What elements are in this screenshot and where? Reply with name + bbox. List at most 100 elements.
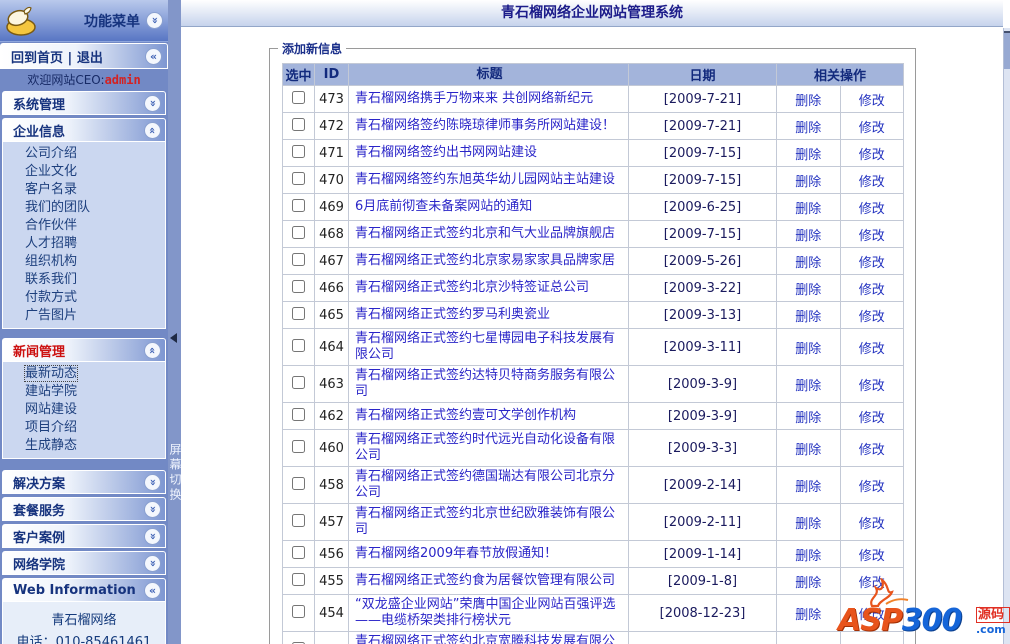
edit-link[interactable]: 修改 [859,549,885,564]
edit-link[interactable]: 修改 [859,310,885,325]
row-select-checkbox[interactable] [292,225,305,239]
row-title-link[interactable]: “双龙盛企业网站”荣膺中国企业网站百强评选——电缆桥架类排行榜状元 [355,597,615,628]
edit-link[interactable]: 修改 [859,576,885,591]
scrollbar-thumb[interactable] [1004,31,1010,69]
row-select-checkbox[interactable] [292,513,305,527]
edit-link[interactable]: 修改 [859,608,885,623]
sidebar-item[interactable]: 企业文化 [3,163,165,181]
sidebar-section-header[interactable]: 新闻管理 « [2,338,166,362]
delete-link[interactable]: 删除 [795,576,821,591]
row-title-link[interactable]: 6月底前彻查未备案网站的通知 [355,199,532,214]
edit-link[interactable]: 修改 [859,148,885,163]
delete-link[interactable]: 删除 [795,283,821,298]
edit-link[interactable]: 修改 [859,480,885,495]
sidebar-item[interactable]: 我们的团队 [3,199,165,217]
delete-link[interactable]: 删除 [795,549,821,564]
chevron-down-icon[interactable]: « [144,554,161,572]
delete-link[interactable]: 删除 [795,310,821,325]
logout-link[interactable]: 退出 [77,51,103,66]
delete-link[interactable]: 删除 [795,411,821,426]
row-select-checkbox[interactable] [292,572,305,586]
delete-link[interactable]: 删除 [795,202,821,217]
edit-link[interactable]: 修改 [859,94,885,109]
sidebar-section-header[interactable]: 套餐服务 « [2,497,166,521]
delete-link[interactable]: 删除 [795,608,821,623]
row-title-link[interactable]: 青石榴网络正式签约时代远光自动化设备有限公司 [355,432,615,463]
delete-link[interactable]: 删除 [795,379,821,394]
home-link[interactable]: 回到首页 [11,51,63,66]
row-title-link[interactable]: 青石榴网络签约出书网网站建设 [355,145,537,160]
row-select-checkbox[interactable] [292,439,305,453]
sidebar-item[interactable]: 公司介绍 [3,145,165,163]
sidebar-item[interactable]: 合作伙伴 [3,217,165,235]
delete-link[interactable]: 删除 [795,229,821,244]
row-select-checkbox[interactable] [292,407,305,421]
sidebar-section-header[interactable]: 解决方案 « [2,470,166,494]
row-select-checkbox[interactable] [292,604,305,618]
sidebar-item[interactable]: 客户名录 [3,181,165,199]
row-select-checkbox[interactable] [292,375,305,389]
row-title-link[interactable]: 青石榴网络正式签约北京世纪欧雅装饰有限公司 [355,506,615,537]
row-select-checkbox[interactable] [292,117,305,131]
sidebar-item[interactable]: 付款方式 [3,289,165,307]
chevron-down-icon[interactable]: « [144,500,161,518]
row-select-checkbox[interactable] [292,144,305,158]
chevron-up-icon[interactable]: « [144,341,161,359]
row-title-link[interactable]: 青石榴网络正式签约罗马利奥瓷业 [355,307,550,322]
edit-link[interactable]: 修改 [859,175,885,190]
row-title-link[interactable]: 青石榴网络正式签约北京宽腾科技发展有限公司 [355,634,615,644]
sidebar-item[interactable]: 人才招聘 [3,235,165,253]
sidebar-item[interactable]: 广告图片 [3,307,165,325]
edit-link[interactable]: 修改 [859,342,885,357]
row-select-checkbox[interactable] [292,90,305,104]
row-title-link[interactable]: 青石榴网络正式签约北京和气大业品牌旗舰店 [355,226,615,241]
row-select-checkbox[interactable] [292,171,305,185]
row-select-checkbox[interactable] [292,338,305,352]
edit-link[interactable]: 修改 [859,256,885,271]
sidebar-item[interactable]: 生成静态 [3,437,165,455]
row-title-link[interactable]: 青石榴网络签约东旭英华幼儿园网站主站建设 [355,172,615,187]
chevron-down-icon[interactable]: « [144,473,161,491]
edit-link[interactable]: 修改 [859,283,885,298]
screen-toggle-strip[interactable]: 屏幕切换 [168,0,182,644]
sidebar-section-header[interactable]: 客户案例 « [2,524,166,548]
sidebar-item[interactable]: 项目介绍 [3,419,165,437]
row-title-link[interactable]: 青石榴网络正式签约北京家易家家具品牌家居 [355,253,615,268]
chevron-up-icon[interactable]: « [144,121,161,139]
row-select-checkbox[interactable] [292,198,305,212]
delete-link[interactable]: 删除 [795,94,821,109]
sidebar-section-header[interactable]: Web Information « [2,578,166,602]
row-title-link[interactable]: 青石榴网络正式签约北京沙特签证总公司 [355,280,589,295]
menu-collapse-icon[interactable]: « [146,12,163,29]
edit-link[interactable]: 修改 [859,443,885,458]
vertical-scrollbar[interactable] [1003,28,1010,644]
chevron-down-icon[interactable]: « [144,527,161,545]
edit-link[interactable]: 修改 [859,202,885,217]
row-select-checkbox[interactable] [292,279,305,293]
collapse-left-icon[interactable]: « [145,47,162,65]
sidebar-section-header[interactable]: 网络学院 « [2,551,166,575]
sidebar-item[interactable]: 网站建设 [3,401,165,419]
sidebar-item[interactable]: 建站学院 [3,383,165,401]
row-title-link[interactable]: 青石榴网络2009年春节放假通知！ [355,546,557,561]
delete-link[interactable]: 删除 [795,517,821,532]
delete-link[interactable]: 删除 [795,342,821,357]
delete-link[interactable]: 删除 [795,443,821,458]
edit-link[interactable]: 修改 [859,229,885,244]
edit-link[interactable]: 修改 [859,411,885,426]
delete-link[interactable]: 删除 [795,148,821,163]
collapse-left-icon[interactable]: « [144,581,161,599]
delete-link[interactable]: 删除 [795,121,821,136]
row-title-link[interactable]: 青石榴网络正式签约壹可文学创作机构 [355,408,576,423]
row-title-link[interactable]: 青石榴网络正式签约达特贝特商务服务有限公司 [355,368,615,399]
sidebar-item[interactable]: 组织机构 [3,253,165,271]
delete-link[interactable]: 删除 [795,175,821,190]
sidebar-item[interactable]: 最新动态 [3,365,165,383]
sidebar-section-header[interactable]: 系统管理 « [2,91,166,115]
sidebar-item[interactable]: 联系我们 [3,271,165,289]
row-select-checkbox[interactable] [292,306,305,320]
row-title-link[interactable]: 青石榴网络正式签约食为居餐饮管理有限公司 [355,573,615,588]
delete-link[interactable]: 删除 [795,480,821,495]
row-title-link[interactable]: 青石榴网络签约陈晓琼律师事务所网站建设！ [355,118,615,133]
chevron-down-icon[interactable]: « [144,94,161,112]
